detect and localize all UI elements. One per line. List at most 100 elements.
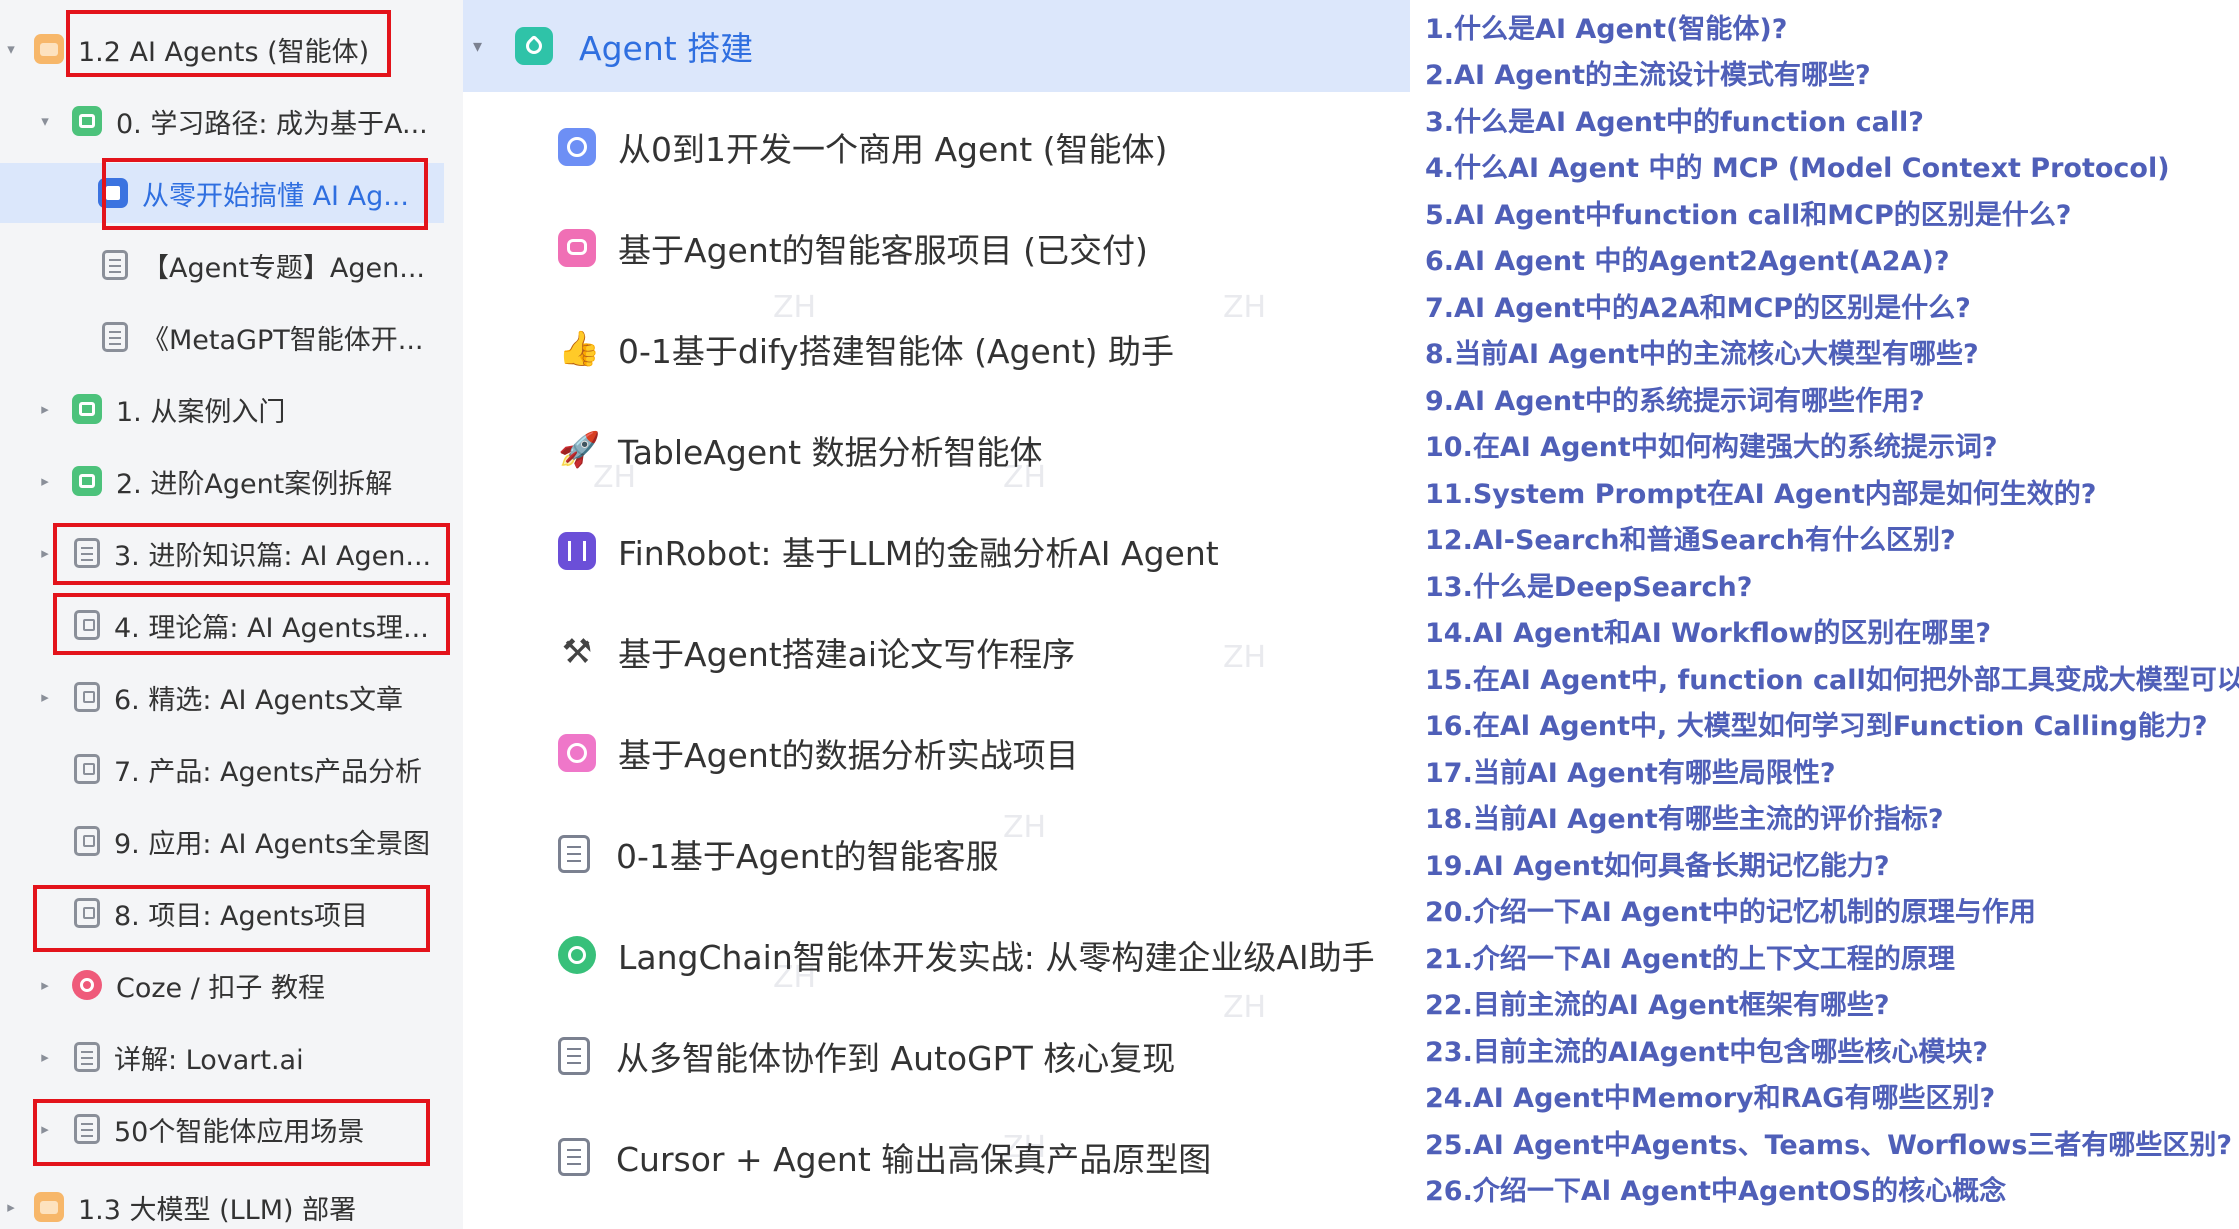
tools-icon: ⚒ bbox=[561, 632, 593, 672]
chat-icon bbox=[558, 229, 596, 267]
list-item-tableagent[interactable]: 🚀 TableAgent 数据分析智能体 bbox=[558, 415, 1408, 485]
chevron-right-icon[interactable]: ▸ bbox=[34, 1120, 56, 1138]
board-icon bbox=[74, 754, 100, 784]
board-icon bbox=[74, 610, 100, 640]
list-item-label: Cursor + Agent 输出高保真产品原型图 bbox=[616, 1140, 1212, 1179]
tree-item-advanced-cases[interactable]: ▸ 2. 进阶Agent案例拆解 bbox=[0, 451, 463, 511]
doc-icon bbox=[558, 1037, 590, 1075]
tree-item-label: 8. 项目: Agents项目 bbox=[114, 900, 369, 932]
list-item-langchain[interactable]: LangChain智能体开发实战: 从零构建企业级AI助手 bbox=[558, 920, 1408, 990]
tree-item-1-2-ai-agents[interactable]: ▾ 1.2 AI Agents (智能体) bbox=[0, 19, 463, 79]
tree-item-metagpt[interactable]: 《MetaGPT智能体开... bbox=[0, 307, 463, 367]
agent-build-list: ▾ Agent 搭建 ZH ZH ZH ZH ZH ZH ZH ZH ZH 从0… bbox=[463, 0, 1410, 1229]
chevron-down-icon[interactable]: ▾ bbox=[473, 36, 493, 57]
question-item: 23.目前主流的AIAgent中包含哪些核心模块? bbox=[1425, 1037, 1989, 1068]
tree-item-label: 0. 学习路径: 成为基于A... bbox=[116, 108, 428, 140]
tree-item-label: 3. 进阶知识篇: AI Agen... bbox=[114, 540, 432, 572]
question-item: 20.介绍一下AI Agent中的记忆机制的原理与作用 bbox=[1425, 897, 2036, 928]
list-item-label: LangChain智能体开发实战: 从零构建企业级AI助手 bbox=[618, 938, 1375, 977]
list-item-label: 从0到1开发一个商用 Agent (智能体) bbox=[618, 130, 1168, 169]
list-item-label: 0-1基于Agent的智能客服 bbox=[616, 837, 999, 876]
folder-green-icon bbox=[72, 466, 102, 496]
tree-item-50-scenarios[interactable]: ▸ 50个智能体应用场景 bbox=[0, 1099, 463, 1159]
folder-orange-icon bbox=[34, 34, 64, 64]
question-item: 8.当前AI Agent中的主流核心大模型有哪些? bbox=[1425, 339, 1979, 370]
chart-icon bbox=[558, 734, 596, 772]
list-item-label: 从多智能体协作到 AutoGPT 核心复现 bbox=[616, 1039, 1176, 1078]
tree-item-label: Coze / 扣子 教程 bbox=[116, 972, 325, 1004]
tree-item-selected-articles[interactable]: ▸ 6. 精选: AI Agents文章 bbox=[0, 667, 463, 727]
question-item: 17.当前AI Agent有哪些局限性? bbox=[1425, 758, 1836, 789]
folder-orange-icon bbox=[34, 1192, 64, 1222]
tree-item-label: 4. 理论篇: AI Agents理... bbox=[114, 612, 429, 644]
clock-icon bbox=[558, 128, 596, 166]
doc-icon bbox=[74, 538, 100, 568]
tree-item-advanced-knowledge[interactable]: ▸ 3. 进阶知识篇: AI Agen... bbox=[0, 523, 463, 583]
question-item: 13.什么是DeepSearch? bbox=[1425, 572, 1753, 603]
sidebar-tree: ▾ 1.2 AI Agents (智能体) ▾ 0. 学习路径: 成为基于A..… bbox=[0, 0, 463, 1229]
chevron-right-icon[interactable]: ▸ bbox=[34, 400, 56, 418]
chevron-right-icon[interactable]: ▸ bbox=[34, 688, 56, 706]
tree-item-label: 9. 应用: AI Agents全景图 bbox=[114, 828, 431, 860]
tree-item-applications[interactable]: 9. 应用: AI Agents全景图 bbox=[0, 811, 463, 871]
question-item: 7.AI Agent中的A2A和MCP的区别是什么? bbox=[1425, 293, 1971, 324]
tree-item-case-intro[interactable]: ▸ 1. 从案例入门 bbox=[0, 379, 463, 439]
tag-icon bbox=[515, 27, 553, 65]
question-item: 15.在AI Agent中, function call如何把外部工具变成大模型… bbox=[1425, 665, 2239, 696]
chevron-right-icon[interactable]: ▸ bbox=[34, 976, 56, 994]
question-item: 3.什么是AI Agent中的function call? bbox=[1425, 107, 1924, 138]
folder-green-icon bbox=[72, 106, 102, 136]
watermark-text: ZH bbox=[1223, 990, 1267, 1025]
question-item: 1.什么是AI Agent(智能体)? bbox=[1425, 14, 1788, 45]
question-item: 2.AI Agent的主流设计模式有哪些? bbox=[1425, 60, 1871, 91]
tree-item-agent-special[interactable]: 【Agent专题】Agen... bbox=[0, 235, 463, 295]
board-icon bbox=[74, 826, 100, 856]
chevron-right-icon[interactable]: ▸ bbox=[34, 1048, 56, 1066]
chevron-right-icon[interactable]: ▸ bbox=[34, 544, 56, 562]
list-item-autogpt[interactable]: 从多智能体协作到 AutoGPT 核心复现 bbox=[558, 1021, 1408, 1091]
tree-item-label: 《MetaGPT智能体开... bbox=[142, 324, 424, 356]
list-item-cursor-agent[interactable]: Cursor + Agent 输出高保真产品原型图 bbox=[558, 1122, 1408, 1192]
list-item-finrobot[interactable]: FinRobot: 基于LLM的金融分析AI Agent bbox=[558, 516, 1408, 586]
question-item: 5.AI Agent中function call和MCP的区别是什么? bbox=[1425, 200, 2072, 231]
question-item: 11.System Prompt在AI Agent内部是如何生效的? bbox=[1425, 479, 2097, 510]
tree-item-label: 详解: Lovart.ai bbox=[114, 1044, 304, 1076]
board-icon bbox=[74, 898, 100, 928]
tree-item-zero-to-ai-agent[interactable]: 从零开始搞懂 AI Ag... bbox=[0, 163, 444, 223]
doc-icon bbox=[558, 835, 590, 873]
list-item-commercial-agent[interactable]: 从0到1开发一个商用 Agent (智能体) bbox=[558, 112, 1408, 182]
chevron-down-icon[interactable]: ▾ bbox=[34, 112, 56, 130]
question-list: 1.什么是AI Agent(智能体)? 2.AI Agent的主流设计模式有哪些… bbox=[1410, 0, 2239, 1229]
tree-item-1-3-llm-deploy[interactable]: ▸ 1.3 大模型 (LLM) 部署 bbox=[0, 1177, 463, 1229]
question-item: 9.AI Agent中的系统提示词有哪些作用? bbox=[1425, 386, 1925, 417]
coze-icon bbox=[72, 970, 102, 1000]
chevron-right-icon[interactable]: ▸ bbox=[34, 472, 56, 490]
tree-item-products[interactable]: 7. 产品: Agents产品分析 bbox=[0, 739, 463, 799]
tree-item-projects[interactable]: 8. 项目: Agents项目 bbox=[0, 883, 463, 943]
list-item-data-analysis[interactable]: 基于Agent的数据分析实战项目 bbox=[558, 718, 1408, 788]
board-icon bbox=[74, 682, 100, 712]
chevron-down-icon[interactable]: ▾ bbox=[0, 40, 22, 58]
tree-item-learning-path[interactable]: ▾ 0. 学习路径: 成为基于A... bbox=[0, 91, 463, 151]
section-header-agent-build[interactable]: ▾ Agent 搭建 bbox=[463, 0, 1410, 92]
tree-item-lovart[interactable]: ▸ 详解: Lovart.ai bbox=[0, 1027, 463, 1087]
tree-item-label: 2. 进阶Agent案例拆解 bbox=[116, 468, 393, 500]
question-item: 12.AI-Search和普通Search有什么区别? bbox=[1425, 525, 1956, 556]
question-item: 22.目前主流的AI Agent框架有哪些? bbox=[1425, 990, 1890, 1021]
tree-item-coze[interactable]: ▸ Coze / 扣子 教程 bbox=[0, 955, 463, 1015]
tree-item-theory[interactable]: 4. 理论篇: AI Agents理... bbox=[0, 595, 463, 655]
tree-item-label: 6. 精选: AI Agents文章 bbox=[114, 684, 404, 716]
question-item: 16.在Al Agent中, 大模型如何学习到Function Calling能… bbox=[1425, 711, 2208, 742]
thumbs-up-icon: 👍 bbox=[558, 329, 601, 369]
doc-icon bbox=[558, 1138, 590, 1176]
doc-icon bbox=[102, 322, 128, 352]
question-item: 19.AI Agent如何具备长期记忆能力? bbox=[1425, 851, 1890, 882]
list-item-dify-agent[interactable]: 👍 0-1基于dify搭建智能体 (Agent) 助手 bbox=[558, 314, 1408, 384]
list-item-label: 基于Agent搭建ai论文写作程序 bbox=[618, 635, 1076, 674]
list-item-paper-writing[interactable]: ⚒ 基于Agent搭建ai论文写作程序 bbox=[558, 617, 1408, 687]
chevron-right-icon[interactable]: ▸ bbox=[0, 1198, 22, 1216]
doc-icon bbox=[74, 1042, 100, 1072]
tree-item-label: 1.2 AI Agents (智能体) bbox=[78, 36, 370, 68]
list-item-customer-service[interactable]: 基于Agent的智能客服项目 (已交付) bbox=[558, 213, 1408, 283]
list-item-smart-service[interactable]: 0-1基于Agent的智能客服 bbox=[558, 819, 1408, 889]
